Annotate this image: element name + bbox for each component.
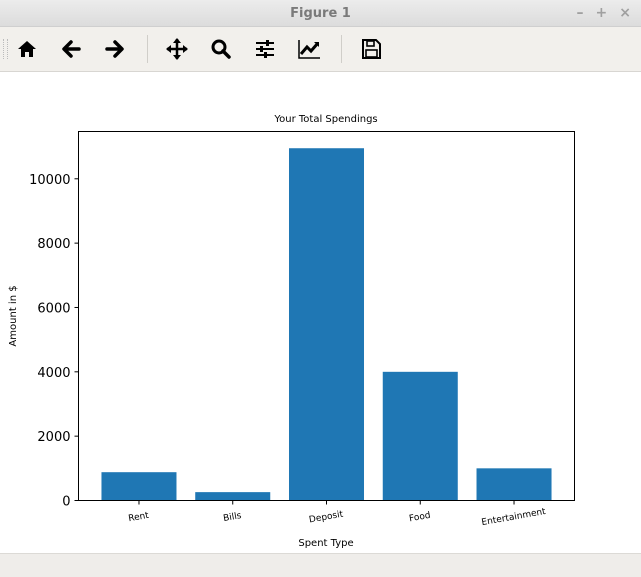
x-axis-label: Spent Type bbox=[298, 538, 353, 549]
back-button[interactable] bbox=[57, 35, 85, 63]
y-tick-label: 8000 bbox=[37, 237, 70, 252]
y-tick-label: 0 bbox=[62, 495, 70, 510]
zoom-icon bbox=[211, 39, 231, 59]
edit-axis-icon bbox=[298, 40, 320, 59]
save-icon bbox=[362, 39, 381, 59]
home-icon bbox=[18, 41, 36, 57]
save-button[interactable] bbox=[357, 35, 385, 63]
bar-deposit bbox=[288, 148, 365, 501]
bar-bills bbox=[195, 492, 271, 501]
toolbar bbox=[0, 27, 641, 72]
x-tick-label: Bills bbox=[222, 511, 242, 524]
edit-axis-button[interactable] bbox=[295, 35, 323, 63]
title-bar: Figure 1 – + × bbox=[0, 0, 641, 27]
toolbar-grip[interactable] bbox=[3, 39, 8, 59]
y-tick-label: 4000 bbox=[37, 366, 70, 381]
pan-button[interactable] bbox=[163, 35, 191, 63]
configure-subplots-button[interactable] bbox=[251, 35, 279, 63]
chart-title: Your Total Spendings bbox=[273, 114, 377, 125]
maximize-button[interactable]: + bbox=[596, 5, 608, 21]
zoom-button[interactable] bbox=[207, 35, 235, 63]
pan-icon bbox=[166, 38, 188, 60]
forward-arrow-icon bbox=[105, 40, 124, 58]
y-tick-label: 10000 bbox=[29, 173, 70, 188]
home-button[interactable] bbox=[13, 35, 41, 63]
bar-entertainment bbox=[476, 468, 552, 501]
configure-subplots-icon bbox=[256, 40, 274, 58]
x-tick-label: Food bbox=[408, 511, 431, 525]
y-axis-label: Amount in $ bbox=[8, 285, 19, 346]
bar-chart: Your Total Spendings 0 2000 4000 6000 8000 10… bbox=[8, 114, 575, 549]
bar-rent bbox=[101, 472, 177, 501]
x-tick-label: Rent bbox=[128, 511, 151, 525]
toolbar-separator bbox=[341, 35, 342, 63]
close-button[interactable]: × bbox=[619, 5, 631, 21]
x-tick-label: Entertainment bbox=[481, 507, 547, 528]
y-tick-label: 2000 bbox=[37, 430, 70, 445]
x-tick-label: Deposit bbox=[308, 510, 344, 526]
back-arrow-icon bbox=[62, 40, 81, 58]
minimize-button[interactable]: – bbox=[577, 5, 584, 21]
status-bar bbox=[0, 553, 641, 577]
bar-food bbox=[382, 371, 458, 501]
window-title: Figure 1 bbox=[290, 6, 351, 21]
toolbar-separator bbox=[147, 35, 148, 63]
y-tick-label: 6000 bbox=[37, 301, 70, 316]
forward-button[interactable] bbox=[101, 35, 129, 63]
